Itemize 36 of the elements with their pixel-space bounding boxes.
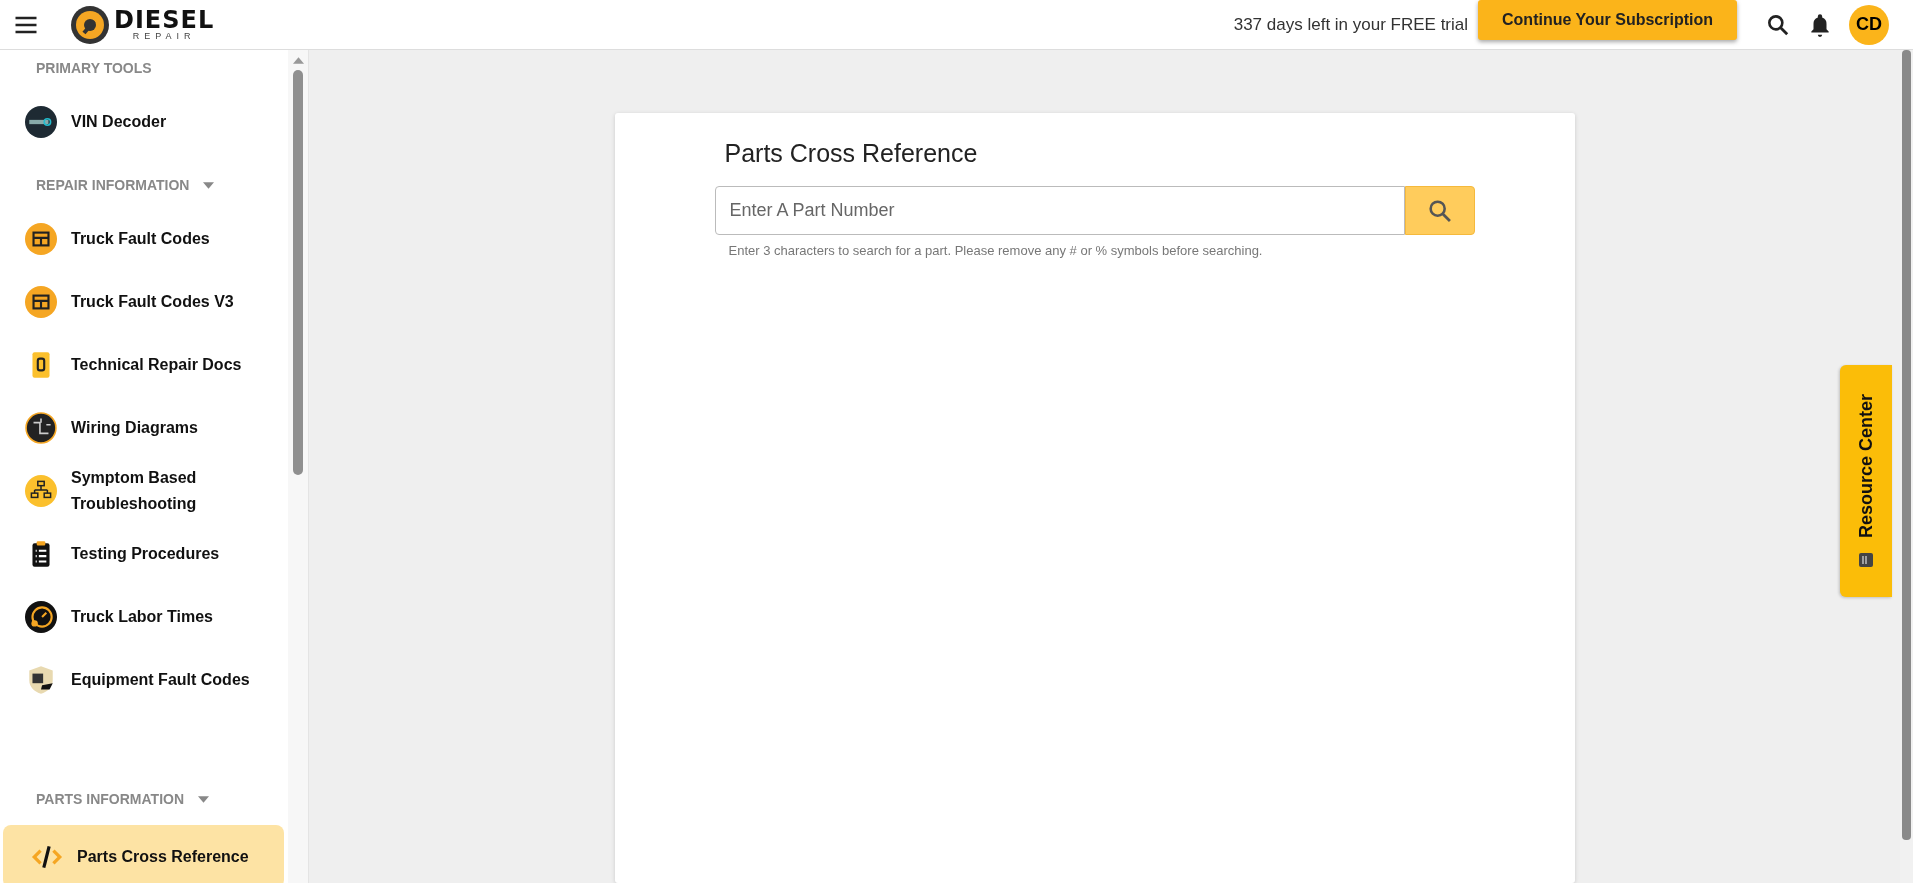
sidebar-item[interactable]: Truck Labor Times [3,585,284,648]
gear-wrench-logo-icon [70,4,110,45]
caret-icon[interactable] [198,795,210,803]
sidebar-item[interactable]: Truck Fault Codes [3,207,284,270]
logo-subtitle: REPAIR [132,32,196,41]
part-number-field[interactable]: Enter A Part Number [714,186,1405,235]
section-title: PRIMARY TOOLS [36,60,152,76]
vin-scanner-icon [25,105,57,138]
trial-text: 337 days left in your FREE trial [1233,14,1469,35]
flowchart-icon [25,474,57,507]
page-title: Parts Cross Reference [724,139,979,168]
circuit-icon [25,411,57,444]
sidebar-item[interactable]: Truck Fault Codes V3 [3,270,284,333]
search-button[interactable] [1404,186,1475,235]
section-title: PARTS INFORMATION [36,791,185,807]
scroll-up-icon[interactable] [292,57,304,64]
scrollbar-thumb[interactable] [1902,50,1911,840]
sidebar-item[interactable]: Equipment Fault Codes [3,648,284,711]
sidebar-item[interactable]: Parts Cross Reference [3,825,284,883]
scrollbar-thumb[interactable] [293,70,303,475]
caret-icon[interactable] [203,181,215,189]
user-avatar[interactable]: CD [1849,4,1889,45]
sidebar-item[interactable]: Wiring Diagrams [3,396,284,459]
search-hint: Enter 3 characters to search for a part. Please remove any # or % symbols before searching. [728,243,1264,258]
resource-center-tab[interactable]: Resource Center [1840,365,1892,597]
book-icon [1858,552,1874,569]
stopwatch-icon [25,600,57,633]
sidebar-item[interactable]: Technical Repair Docs [3,333,284,396]
sidebar-item[interactable]: Testing Procedures [3,522,284,585]
logo-title: DIESEL [114,8,215,32]
truck-front-icon [25,222,57,255]
sidebar-item[interactable]: VIN Decoder [3,90,284,153]
sidebar-item[interactable]: Symptom Based Troubleshooting [3,459,284,522]
truck-front-icon [25,285,57,318]
subscription-button[interactable]: Continue Your Subscription [1478,0,1737,40]
section-title: REPAIR INFORMATION [36,177,190,193]
